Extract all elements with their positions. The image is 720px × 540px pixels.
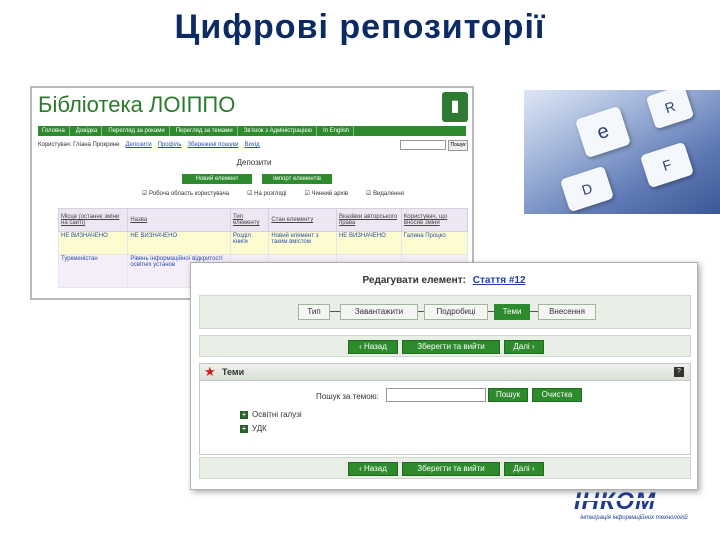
col-header-copyright[interactable]: Вказівки авторського права [335, 208, 402, 232]
workflow-steps: Тип Завантажити Подробиці Теми Внесення [199, 295, 691, 329]
table-cell[interactable]: НЕ ВИЗНАЧЕНО [57, 231, 129, 255]
top-nav-row: ‹ Назад Зберегти та вийти Далі › [199, 335, 691, 357]
filter-options: Робоча область користувача На розгляді Ч… [142, 190, 404, 197]
next-button[interactable]: Далі › [504, 462, 544, 476]
theme-search-label: Пошук за темою: [316, 392, 379, 401]
library-nav: Головна Довідка Перегляд за роками Перег… [38, 126, 466, 136]
nav-item-english[interactable]: In English [319, 126, 355, 136]
edit-heading-label: Редагувати елемент: [362, 275, 466, 286]
step-type[interactable]: Тип [298, 304, 330, 320]
col-header-place[interactable]: Місце (останнє зміни на сайті) [57, 208, 129, 232]
logo-subtitle: інтеграція інформаційних технологій [580, 515, 688, 521]
col-header-type[interactable]: Тип елементу [229, 208, 270, 232]
new-item-button[interactable]: Новий елемент [182, 174, 252, 184]
editor-screenshot: Редагувати елемент: Стаття #12 Тип Заван… [190, 262, 698, 490]
save-exit-button[interactable]: Зберегти та вийти [402, 340, 500, 354]
step-arrow-icon [330, 311, 340, 312]
logo-stripe [576, 498, 688, 501]
link-saved-searches[interactable]: Збережені пошуки [188, 142, 239, 148]
link-logout[interactable]: Вихід [244, 142, 259, 148]
step-submit[interactable]: Внесення [538, 304, 596, 320]
book-logo-icon: ▮ [442, 92, 468, 122]
link-deposits[interactable]: Депозити [125, 142, 151, 148]
theme-clear-button[interactable]: Очистка [532, 388, 582, 402]
tree-item[interactable]: + Освітні галузі [240, 410, 302, 419]
keyboard-photo: e R D F [524, 90, 720, 214]
step-upload[interactable]: Завантажити [340, 304, 418, 320]
back-button[interactable]: ‹ Назад [348, 462, 398, 476]
keyboard-key-e: e [574, 105, 632, 159]
theme-search-input[interactable] [386, 388, 486, 402]
tree-item-label: Освітні галузі [252, 410, 302, 419]
import-items-button[interactable]: Імпорт елементів [262, 174, 332, 184]
step-themes[interactable]: Теми [494, 304, 530, 320]
user-label: Користувач: Гліана Прокрине [38, 142, 120, 148]
nav-item-help[interactable]: Довідка [72, 126, 103, 136]
table-cell[interactable]: Галина Процко [400, 231, 469, 255]
tree-item[interactable]: + УДК [240, 424, 267, 433]
deposits-title: Депозити [236, 158, 272, 167]
nav-item-contact[interactable]: Зв'язок з Адміністрацією [240, 126, 317, 136]
themes-panel: ★ Теми ? Пошук за темою: Пошук Очистка +… [199, 363, 691, 455]
library-search-input[interactable] [400, 140, 446, 150]
edit-item-link[interactable]: Стаття #12 [473, 275, 526, 286]
themes-title: Теми [222, 367, 245, 377]
filter-archive[interactable]: Чинний архів [305, 190, 348, 197]
logo-text: ІНКОМ [574, 488, 657, 515]
edit-heading: Редагувати елемент: Стаття #12 [191, 275, 697, 286]
next-button[interactable]: Далі › [504, 340, 544, 354]
step-details[interactable]: Подробиці [424, 304, 488, 320]
link-profile[interactable]: Профіль [158, 142, 182, 148]
nav-item-by-theme[interactable]: Перегляд за темами [172, 126, 238, 136]
keyboard-key-f: F [639, 141, 695, 189]
star-icon: ★ [204, 364, 216, 379]
col-header-user[interactable]: Користувач, що вносив зміни [400, 208, 469, 232]
inkom-logo: ІНКОМ інтеграція інформаційних технологі… [574, 488, 694, 528]
bottom-nav-row: ‹ Назад Зберегти та вийти Далі › [199, 457, 691, 479]
table-cell[interactable]: НЕ ВИЗНАЧЕНО [127, 231, 231, 255]
expand-icon[interactable]: + [240, 425, 248, 433]
step-arrow-icon [530, 311, 538, 312]
filter-review[interactable]: На розгляді [247, 190, 286, 197]
library-search-button[interactable]: Пошук [448, 140, 468, 151]
library-title: Бібліотека ЛОІППО [38, 92, 236, 117]
filter-workspace[interactable]: Робоча область користувача [142, 190, 229, 197]
nav-item-home[interactable]: Головна [38, 126, 70, 136]
save-exit-button[interactable]: Зберегти та вийти [402, 462, 500, 476]
keyboard-key-r: R [645, 90, 695, 130]
table-cell: Розділ книги [229, 231, 270, 255]
table-cell[interactable]: Туркменістан [57, 254, 129, 288]
theme-search-button[interactable]: Пошук [488, 388, 528, 402]
nav-item-by-year[interactable]: Перегляд за роками [104, 126, 170, 136]
table-row[interactable]: НЕ ВИЗНАЧЕНО НЕ ВИЗНАЧЕНО Розділ книги Н… [57, 231, 469, 255]
slide-title: Цифрові репозиторії [174, 8, 546, 46]
table-header-row: Місце (останнє зміни на сайті) Назва Тип… [57, 208, 469, 232]
col-header-title[interactable]: Назва [127, 208, 231, 232]
expand-icon[interactable]: + [240, 411, 248, 419]
help-icon[interactable]: ? [674, 367, 684, 377]
keyboard-key-d: D [559, 165, 615, 213]
col-header-state[interactable]: Стан елементу [268, 208, 337, 232]
tree-item-label: УДК [252, 424, 267, 433]
table-cell: Новий елемент з таким вмістом [268, 231, 337, 255]
table-cell: НЕ ВИЗНАЧЕНО [335, 231, 402, 255]
back-button[interactable]: ‹ Назад [348, 340, 398, 354]
themes-header: ★ Теми ? [200, 364, 690, 381]
filter-deleted[interactable]: Видалення [366, 190, 404, 197]
